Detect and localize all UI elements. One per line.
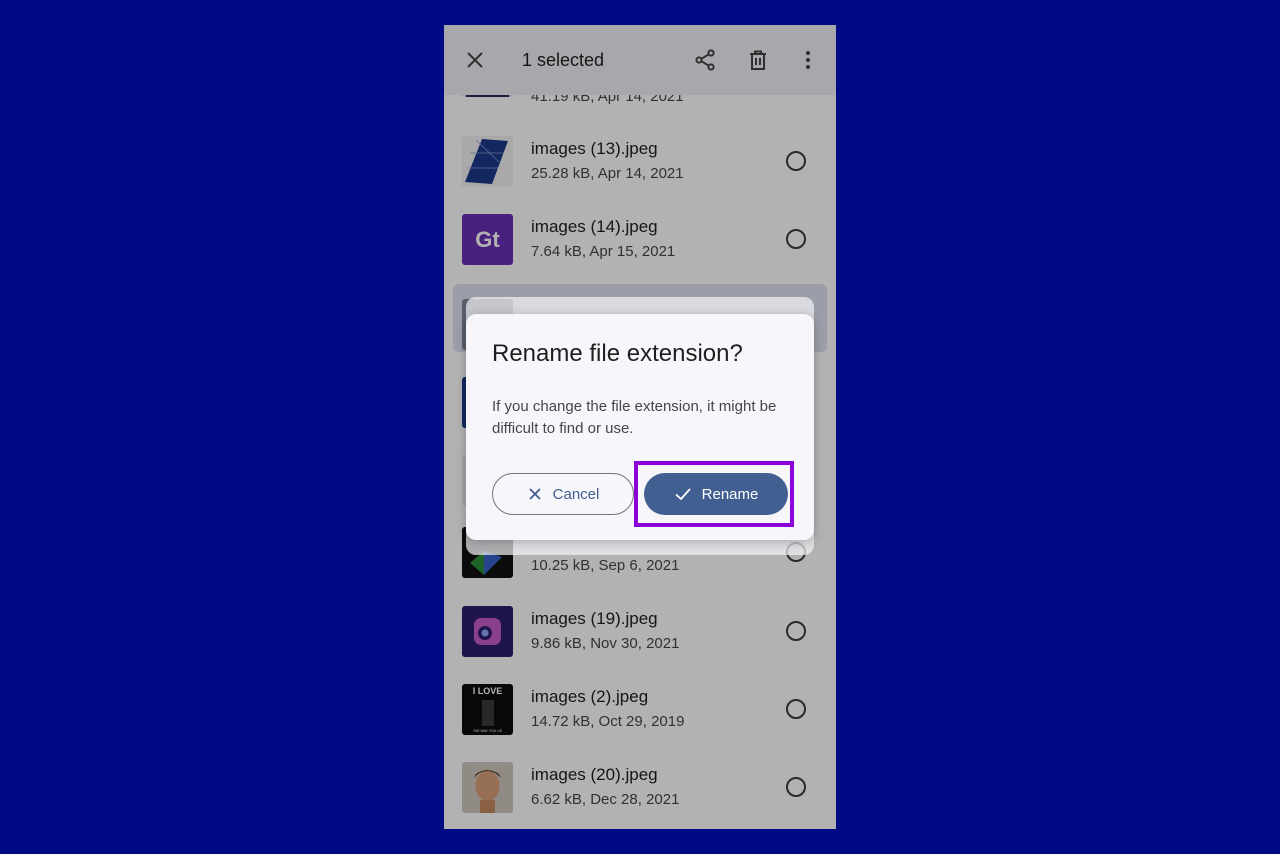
phone-screen: 41.19 kB, Apr 14, 2021 images (13).jpeg …	[444, 25, 836, 829]
rename-extension-dialog: Rename file extension? If you change the…	[466, 314, 814, 540]
cancel-label: Cancel	[552, 485, 600, 503]
annotation-highlight-box	[634, 461, 794, 527]
close-icon	[529, 488, 541, 500]
dialog-body: If you change the file extension, it mig…	[492, 398, 777, 437]
dialog-title: Rename file extension?	[492, 340, 743, 367]
cancel-button[interactable]: Cancel	[492, 473, 634, 515]
